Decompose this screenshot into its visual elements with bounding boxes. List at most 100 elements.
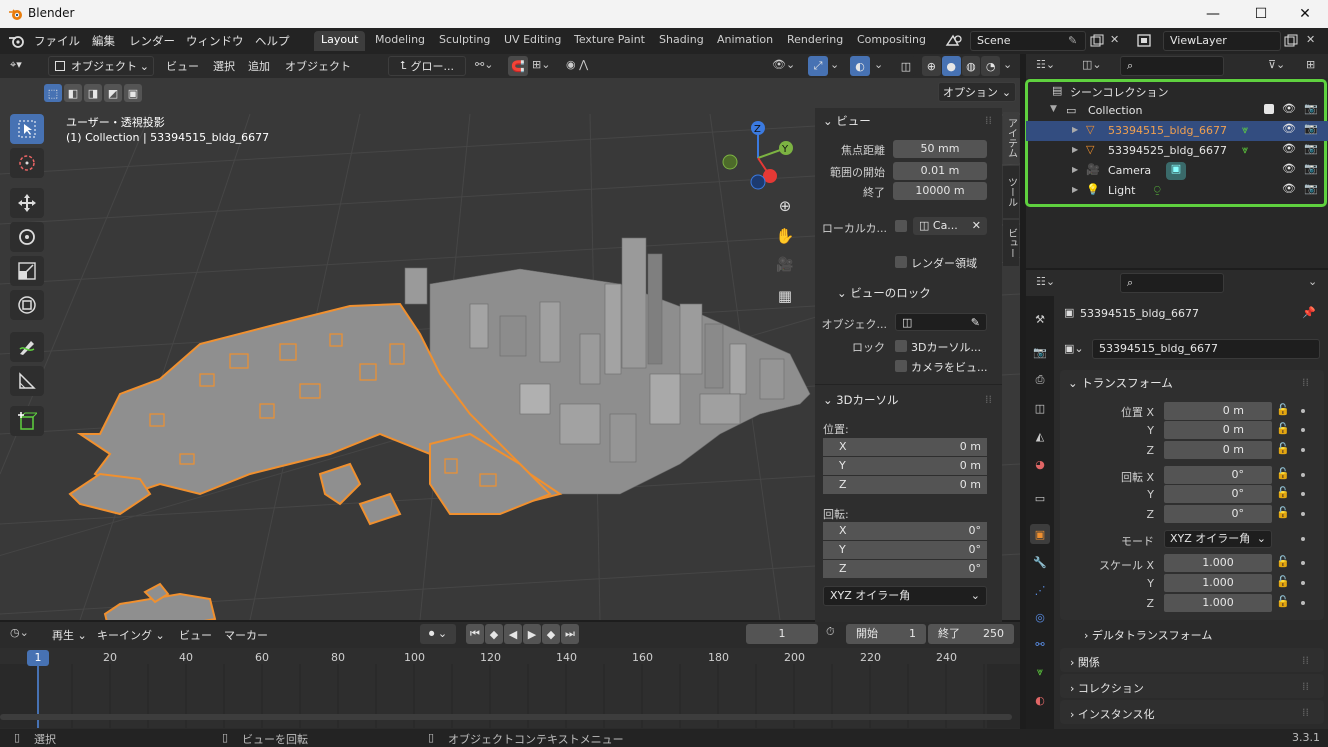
jump-start-icon[interactable]: ⏮	[466, 624, 484, 644]
keyframe-dot-icon[interactable]	[1301, 473, 1305, 477]
keyframe-dot-icon[interactable]	[1301, 581, 1305, 585]
rotation-z-field[interactable]: 0°	[1164, 505, 1272, 523]
keyframe-dot-icon[interactable]	[1301, 409, 1305, 413]
material-shading-icon[interactable]: ◍	[961, 56, 981, 76]
drag-handle-icon[interactable]: ⁞⁞	[1302, 376, 1309, 389]
overlay-toggle-icon[interactable]: ◐	[850, 56, 870, 76]
lock-icon[interactable]: 🔓	[1276, 422, 1290, 435]
eye-icon[interactable]: 👁	[1282, 182, 1296, 195]
keyframe-dot-icon[interactable]	[1301, 448, 1305, 452]
collection-row[interactable]: ▼ ▭ Collection 👁 📷	[1026, 101, 1328, 121]
expand-right-icon[interactable]: ▶	[1072, 125, 1078, 134]
delete-scene-icon[interactable]: ✕	[1110, 33, 1119, 46]
filter-icon[interactable]: ⊽⌄	[1268, 58, 1285, 71]
lock-icon[interactable]: 🔓	[1276, 403, 1290, 416]
tab-shading[interactable]: Shading	[652, 31, 711, 51]
particles-tab-icon[interactable]: ⋰	[1030, 580, 1050, 600]
properties-search-input[interactable]: ⌕	[1120, 273, 1224, 293]
proportional-edit-icon[interactable]: ◉ ⋀	[566, 58, 588, 71]
measure-tool[interactable]	[10, 366, 44, 396]
snap-target-icon[interactable]: ⊞⌄	[532, 58, 550, 71]
pivot-icon[interactable]: ⚯⌄	[475, 58, 493, 71]
ortho-grid-icon[interactable]: ▦	[774, 287, 796, 309]
scene-tab-icon[interactable]: ◭	[1030, 426, 1050, 446]
local-camera-checkbox[interactable]	[895, 220, 907, 232]
relations-section[interactable]: › 関係	[1070, 654, 1100, 670]
menu-window[interactable]: ウィンドウ	[186, 33, 244, 49]
mesh-data-icon[interactable]: ⩔	[1242, 143, 1248, 157]
outliner-item-bldg-53394525[interactable]: ▶ ▽ 53394525_bldg_6677 ⩔ 👁 📷	[1026, 141, 1328, 161]
cursor-location-y[interactable]: Y 0 m	[823, 457, 987, 475]
drag-handle-icon[interactable]: ⁞⁞	[985, 114, 992, 127]
camera-render-icon[interactable]: 📷	[1304, 102, 1318, 115]
navigation-gizmo[interactable]: Z Y	[718, 116, 798, 194]
pin-icon[interactable]: ✎	[1068, 34, 1077, 47]
scene-icon[interactable]	[944, 33, 966, 49]
rotation-y-field[interactable]: 0°	[1164, 485, 1272, 503]
lock-icon[interactable]: 🔓	[1276, 595, 1290, 608]
drag-handle-icon[interactable]: ⁞⁞	[985, 393, 992, 406]
scale-z-field[interactable]: 1.000	[1164, 594, 1272, 612]
menu-select[interactable]: 選択	[213, 58, 235, 74]
menu-edit[interactable]: 編集	[92, 33, 115, 49]
cursor-rotation-z[interactable]: Z 0°	[823, 560, 987, 578]
tab-uv-editing[interactable]: UV Editing	[497, 31, 568, 51]
display-mode-icon[interactable]: ◫⌄	[1082, 58, 1102, 71]
add-cube-tool[interactable]	[10, 406, 44, 436]
camera-render-icon[interactable]: 📷	[1304, 142, 1318, 155]
local-camera-field[interactable]: ◫ Ca... ✕	[913, 217, 987, 235]
chevron-down-icon[interactable]: ⌄	[874, 58, 883, 71]
menu-render[interactable]: レンダー	[129, 33, 175, 49]
playback-menu[interactable]: 再生 ⌄	[52, 627, 87, 643]
expand-right-icon[interactable]: ▶	[1072, 165, 1078, 174]
collection-checkbox[interactable]	[1264, 104, 1274, 114]
wireframe-shading-icon[interactable]: ⊕	[922, 56, 941, 76]
next-keyframe-icon[interactable]: ◆	[542, 624, 560, 644]
rendered-shading-icon[interactable]: ◔	[981, 56, 1000, 76]
eyedropper-icon[interactable]: ✎	[971, 314, 980, 332]
expand-right-icon[interactable]: ▶	[1072, 185, 1078, 194]
eye-icon[interactable]: 👁	[1282, 142, 1296, 155]
rotation-mode-select[interactable]: XYZ オイラー角 ⌄	[1164, 530, 1272, 548]
annotate-tool[interactable]	[10, 332, 44, 362]
menu-add[interactable]: 追加	[248, 58, 270, 74]
timeline-view-menu[interactable]: ビュー	[179, 627, 212, 643]
keyframe-dot-icon[interactable]	[1301, 428, 1305, 432]
constraints-tab-icon[interactable]: ⚯	[1030, 634, 1050, 654]
clear-icon[interactable]: ✕	[972, 217, 981, 235]
menu-view[interactable]: ビュー	[166, 58, 199, 74]
new-collection-icon[interactable]: ⊞	[1306, 58, 1315, 71]
cursor-rotation-x[interactable]: X 0°	[823, 522, 987, 540]
select-invert-icon[interactable]: ◩	[104, 84, 122, 102]
location-x-field[interactable]: 0 m	[1164, 402, 1272, 420]
lock-icon[interactable]: 🔓	[1276, 467, 1290, 480]
menu-file[interactable]: ファイル	[34, 33, 80, 49]
rotate-tool[interactable]	[10, 222, 44, 252]
delta-transform-section[interactable]: › デルタトランスフォーム	[1084, 627, 1212, 643]
delete-view-layer-icon[interactable]: ✕	[1306, 33, 1315, 46]
tab-texture-paint[interactable]: Texture Paint	[567, 31, 652, 51]
timeline-track-area[interactable]: 1 20 40 60 80 100 120 140 160 180 200 22…	[0, 648, 1020, 728]
menu-help[interactable]: ヘルプ	[255, 33, 290, 49]
transform-section-header[interactable]: ⌄ トランスフォーム	[1068, 375, 1173, 391]
tab-modeling[interactable]: Modeling	[368, 31, 432, 51]
tab-tool[interactable]: ツール	[1003, 166, 1019, 218]
cursor-rotation-y[interactable]: Y 0°	[823, 541, 987, 559]
expand-down-icon[interactable]: ▼	[1050, 104, 1057, 114]
keyframe-dot-icon[interactable]	[1301, 561, 1305, 565]
maximize-button[interactable]: ☐	[1238, 0, 1284, 28]
close-button[interactable]: ✕	[1282, 0, 1328, 28]
blender-menu-icon[interactable]	[8, 34, 26, 48]
prev-keyframe-icon[interactable]: ◆	[485, 624, 503, 644]
tab-compositing[interactable]: Compositing	[850, 31, 933, 51]
gizmo-neg-y-axis[interactable]	[722, 154, 738, 170]
select-new-icon[interactable]: ⬚	[44, 84, 62, 102]
outliner-search-input[interactable]: ⌕	[1120, 56, 1224, 76]
chevron-down-icon[interactable]: ⌄	[830, 58, 839, 71]
keyframe-dot-icon[interactable]	[1301, 601, 1305, 605]
physics-tab-icon[interactable]: ◎	[1030, 607, 1050, 627]
location-y-field[interactable]: 0 m	[1164, 421, 1272, 439]
view-layer-icon[interactable]	[1136, 33, 1158, 49]
instancing-section[interactable]: › インスタンス化	[1070, 706, 1154, 722]
chevron-down-icon[interactable]: ⌄	[1308, 275, 1317, 288]
